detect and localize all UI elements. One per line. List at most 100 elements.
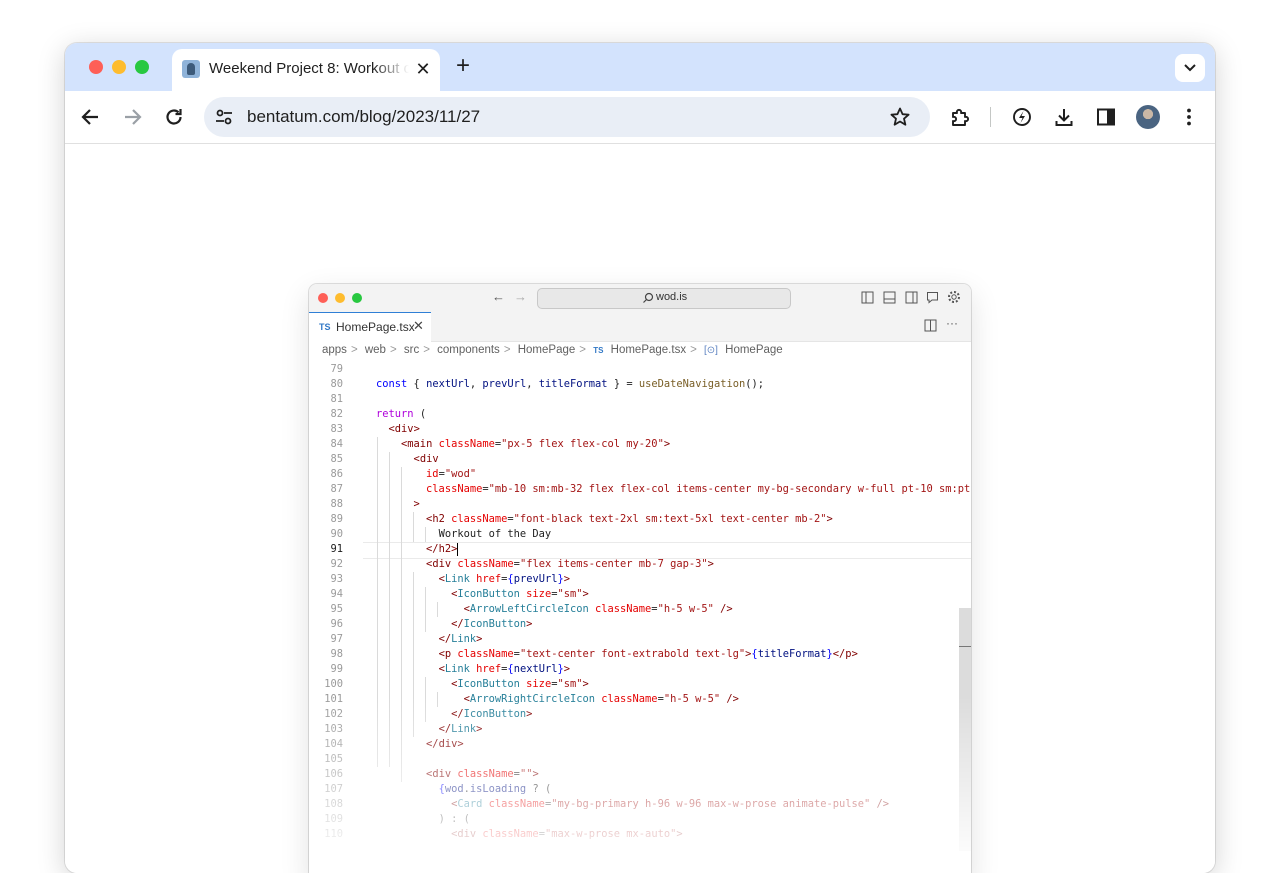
- line-number: 94: [330, 588, 343, 600]
- editor-tab-close-icon: ✕: [413, 318, 424, 333]
- code-line: 83 <div>: [309, 422, 971, 437]
- code-text: <main className="px-5 flex flex-col my-2…: [401, 438, 671, 450]
- browser-tab-active[interactable]: Weekend Project 8: Workout of the Day ✕: [172, 49, 440, 91]
- forward-button[interactable]: [118, 103, 146, 131]
- reload-button[interactable]: [160, 103, 188, 131]
- performance-button[interactable]: [1008, 103, 1036, 131]
- breadcrumb-symbol-icon: [⊙]: [704, 345, 718, 356]
- line-number: 109: [324, 813, 343, 825]
- breadcrumb-chevron-icon: >: [579, 344, 586, 356]
- toggle-secondary-sidebar-icon: [905, 291, 918, 304]
- code-text: <div>: [388, 423, 420, 435]
- editor-close-dot: [318, 293, 328, 303]
- breadcrumb: apps > web > src > components > HomePage > TS…: [322, 344, 787, 360]
- code-text: </div>: [426, 738, 464, 750]
- bookmark-star-icon[interactable]: [889, 106, 911, 128]
- search-icon: [643, 292, 654, 303]
- line-number: 91: [330, 543, 343, 555]
- tab-close-icon[interactable]: ✕: [412, 58, 434, 80]
- side-panel-icon: [1097, 108, 1115, 126]
- extensions-button[interactable]: [946, 103, 974, 131]
- code-line: 87 className="mb-10 sm:mb-32 flex flex-c…: [309, 482, 971, 497]
- downloads-button[interactable]: [1050, 103, 1078, 131]
- editor-scrollbar-thumb: [959, 608, 971, 851]
- url-text[interactable]: bentatum.com/blog/2023/11/27: [247, 107, 480, 127]
- new-tab-icon[interactable]: +: [451, 54, 475, 79]
- code-area: 79 80 const { nextUrl, prevUrl, titleForm…: [309, 362, 971, 873]
- line-number: 96: [330, 618, 343, 630]
- tab-search-button[interactable]: [1175, 54, 1205, 82]
- code-line: 95 <ArrowLeftCircleIcon className="h-5 w…: [309, 602, 971, 617]
- editor-more-actions-icon: ···: [946, 316, 958, 330]
- line-number: 97: [330, 633, 343, 645]
- line-number: 107: [324, 783, 343, 795]
- line-number: 106: [324, 768, 343, 780]
- code-text: <div className="flex items-center mb-7 g…: [426, 558, 714, 570]
- editor-tab-homepage: TS HomePage.tsx ✕: [309, 312, 431, 342]
- breadcrumb-chevron-icon: >: [690, 344, 697, 356]
- code-line: 89 <h2 className="font-black text-2xl sm…: [309, 512, 971, 527]
- side-panel-button[interactable]: [1092, 103, 1120, 131]
- line-number: 86: [330, 468, 343, 480]
- back-button[interactable]: [77, 103, 105, 131]
- performance-icon: [1013, 108, 1031, 126]
- line-number: 80: [330, 378, 343, 390]
- code-text: {wod.isLoading ? (: [438, 783, 552, 795]
- back-icon: [81, 109, 98, 125]
- line-number: 102: [324, 708, 343, 720]
- code-line: 82 return (: [309, 407, 971, 422]
- breadcrumb-item: HomePage.tsx: [610, 344, 687, 356]
- code-text: <div: [413, 453, 439, 465]
- code-text: const { nextUrl, prevUrl, titleFormat } …: [376, 378, 765, 390]
- code-text: return (: [376, 408, 427, 420]
- code-text: <IconButton size="sm">: [451, 678, 589, 690]
- code-line: 96 </IconButton>: [309, 617, 971, 632]
- profile-avatar[interactable]: [1136, 105, 1160, 129]
- site-favicon-icon: [182, 60, 200, 78]
- site-info-icon[interactable]: [214, 107, 234, 127]
- line-number: 90: [330, 528, 343, 540]
- download-icon: [1055, 109, 1073, 126]
- code-line: 103 </Link>: [309, 722, 971, 737]
- line-number: 110: [324, 828, 343, 840]
- breadcrumb-item: HomePage: [725, 344, 783, 356]
- code-line: 90 Workout of the Day: [309, 527, 971, 542]
- breadcrumb-chevron-icon: >: [423, 344, 430, 356]
- code-text: Workout of the Day: [438, 528, 552, 540]
- line-number: 105: [324, 753, 343, 765]
- editor-minimize-dot: [335, 293, 345, 303]
- code-text: >: [413, 498, 420, 510]
- line-number: 92: [330, 558, 343, 570]
- line-number: 93: [330, 573, 343, 585]
- page-content: ← → wod.is TS HomePage.tsx ✕ ··· apps > …: [65, 144, 1215, 873]
- line-number: 85: [330, 453, 343, 465]
- maximize-window-button[interactable]: [135, 60, 149, 74]
- settings-gear-icon: [948, 291, 960, 303]
- address-bar[interactable]: bentatum.com/blog/2023/11/27: [204, 97, 930, 137]
- more-menu-button[interactable]: [1175, 103, 1203, 131]
- close-window-button[interactable]: [89, 60, 103, 74]
- code-text: </Link>: [438, 633, 483, 645]
- toolbar-divider: [990, 107, 991, 127]
- code-text: <ArrowLeftCircleIcon className="h-5 w-5"…: [463, 603, 733, 615]
- code-line: 102 </IconButton>: [309, 707, 971, 722]
- code-line: 108 <Card className="my-bg-primary h-96 …: [309, 797, 971, 812]
- code-text: </IconButton>: [451, 708, 533, 720]
- line-number: 99: [330, 663, 343, 675]
- editor-zoom-dot: [352, 293, 362, 303]
- forward-icon: [125, 109, 142, 125]
- editor-scrollbar-marker: [959, 646, 971, 647]
- line-number: 87: [330, 483, 343, 495]
- line-number: 103: [324, 723, 343, 735]
- toggle-panel-icon: [883, 291, 896, 304]
- line-number: 89: [330, 513, 343, 525]
- code-text: <IconButton size="sm">: [451, 588, 589, 600]
- code-line: 88 >: [309, 497, 971, 512]
- more-menu-icon: [1187, 108, 1191, 126]
- minimize-window-button[interactable]: [112, 60, 126, 74]
- code-line: 107 {wod.isLoading ? (: [309, 782, 971, 797]
- code-text: id="wod": [426, 468, 477, 480]
- tab-title: Weekend Project 8: Workout of the Day: [209, 60, 409, 77]
- code-line: 100 <IconButton size="sm">: [309, 677, 971, 692]
- typescript-file-icon: TS: [319, 322, 331, 332]
